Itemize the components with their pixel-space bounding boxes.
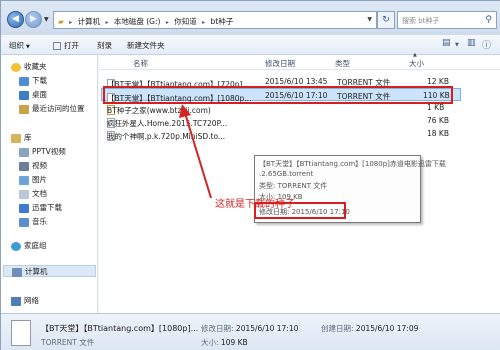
details-modified: 修改日期: 2015/6/10 17:10 <box>201 323 298 334</box>
details-created-value: 2015/6/10 17:09 <box>355 324 419 333</box>
details-modified-value: 2015/6/10 17:10 <box>235 324 299 333</box>
details-file-type: TORRENT 文件 <box>41 338 95 347</box>
details-size-value: 109 KB <box>220 338 248 347</box>
details-created: 创建日期: 2015/6/10 17:09 <box>321 323 418 334</box>
details-pane: 【BT天堂】【BTtiantang.com】[1080p]... TORRENT… <box>1 313 500 350</box>
details-file-name: 【BT天堂】【BTtiantang.com】[1080p]... <box>41 324 199 333</box>
details-size-label: 大小: <box>201 338 219 347</box>
details-size: 大小: 109 KB <box>201 337 248 348</box>
arrow-head <box>179 104 191 118</box>
torrent-file-icon <box>11 320 31 346</box>
details-created-label: 创建日期: <box>321 324 354 333</box>
arrow-shaft <box>184 112 212 199</box>
details-modified-label: 修改日期: <box>201 324 234 333</box>
explorer-window: ◀ ▶ ▼ ▰ ▸ 计算机 ▸ 本地磁盘 (G:) ▸ 你知道 ▸ bt种子 ▼… <box>0 0 500 350</box>
annotation-text: 这就是下载的种子 <box>215 199 295 210</box>
annotation-arrow <box>179 104 212 199</box>
